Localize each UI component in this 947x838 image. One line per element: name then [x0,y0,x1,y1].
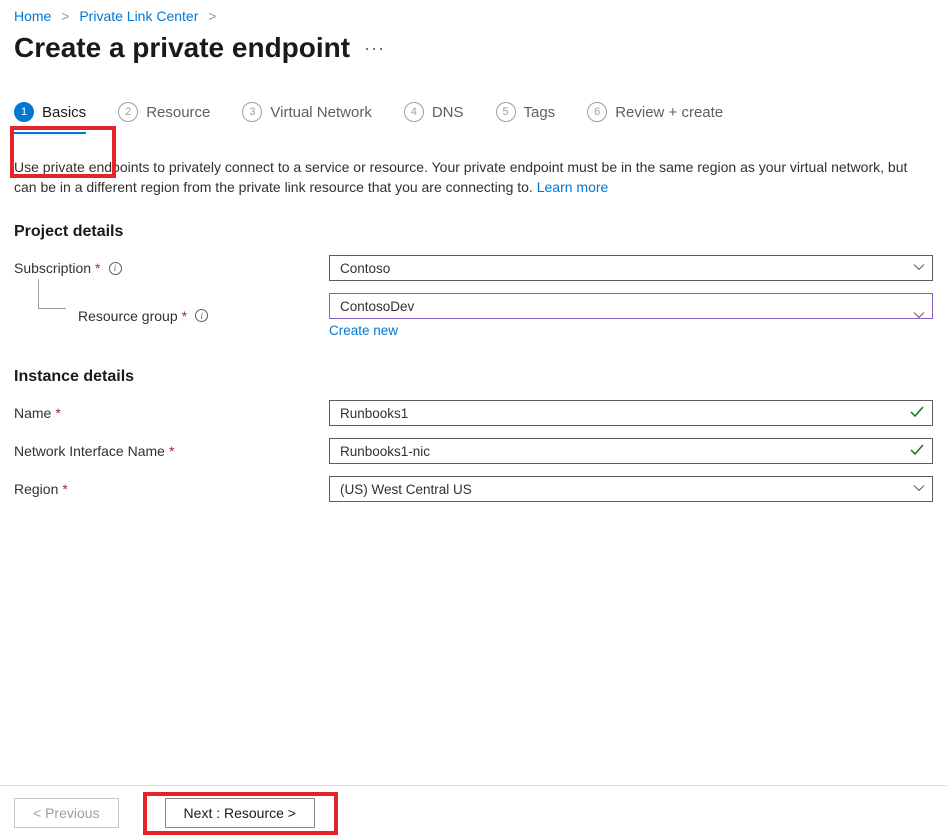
tab-step-number: 5 [496,102,516,122]
nic-name-row: Network Interface Name * [14,438,933,464]
required-marker: * [182,308,187,324]
tab-label: DNS [432,104,464,121]
breadcrumb-link-home[interactable]: Home [14,8,51,24]
info-icon[interactable]: i [109,262,122,275]
subscription-dropdown[interactable]: Contoso [329,255,933,281]
tab-label: Virtual Network [270,104,371,121]
tab-step-number: 3 [242,102,262,122]
resource-group-dropdown[interactable]: ContosoDev [329,293,933,319]
required-marker: * [62,481,67,497]
tab-tags[interactable]: 5 Tags [496,102,556,134]
wizard-tabs: 1 Basics 2 Resource 3 Virtual Network 4 … [14,84,933,146]
breadcrumb-separator: > [61,8,69,24]
page-title: Create a private endpoint [14,32,350,64]
section-title-instance-details: Instance details [14,368,933,386]
breadcrumb-link-private-link-center[interactable]: Private Link Center [79,8,198,24]
nic-name-input[interactable] [329,438,933,464]
tab-label: Review + create [615,104,723,121]
create-new-resource-group-link[interactable]: Create new [329,323,398,338]
resource-group-row: Resource group * i ContosoDev Create new [14,293,933,338]
resource-group-label: Resource group * i [14,308,329,324]
content-area: Use private endpoints to privately conne… [0,146,947,502]
nic-name-label: Network Interface Name * [14,443,329,459]
subscription-row: Subscription * i Contoso [14,255,933,281]
tab-virtual-network[interactable]: 3 Virtual Network [242,102,371,134]
tab-label: Resource [146,104,210,121]
page-title-row: Create a private endpoint ··· [0,28,947,84]
wizard-footer: < Previous Next : Resource > [0,785,947,838]
tab-label: Tags [524,104,556,121]
name-label: Name * [14,405,329,421]
more-actions-icon[interactable]: ··· [364,38,385,59]
section-title-project-details: Project details [14,223,933,241]
tab-dns[interactable]: 4 DNS [404,102,464,134]
tab-resource[interactable]: 2 Resource [118,102,210,134]
name-row: Name * [14,400,933,426]
breadcrumb-separator: > [208,8,216,24]
region-dropdown[interactable]: (US) West Central US [329,476,933,502]
tab-step-number: 4 [404,102,424,122]
subscription-label: Subscription * i [14,260,329,276]
previous-button: < Previous [14,798,119,828]
tab-label: Basics [42,104,86,121]
tab-step-number: 6 [587,102,607,122]
region-row: Region * (US) West Central US [14,476,933,502]
region-label: Region * [14,481,329,497]
tab-basics[interactable]: 1 Basics [14,102,86,134]
required-marker: * [169,443,174,459]
required-marker: * [95,260,100,276]
required-marker: * [55,405,60,421]
learn-more-link[interactable]: Learn more [537,179,609,195]
tree-indent-line [38,279,66,309]
description-text: Use private endpoints to privately conne… [14,158,933,197]
tab-step-number: 2 [118,102,138,122]
info-icon[interactable]: i [195,309,208,322]
tab-review-create[interactable]: 6 Review + create [587,102,723,134]
next-button[interactable]: Next : Resource > [165,798,315,828]
tab-step-number: 1 [14,102,34,122]
breadcrumb: Home > Private Link Center > [0,0,947,28]
name-input[interactable] [329,400,933,426]
